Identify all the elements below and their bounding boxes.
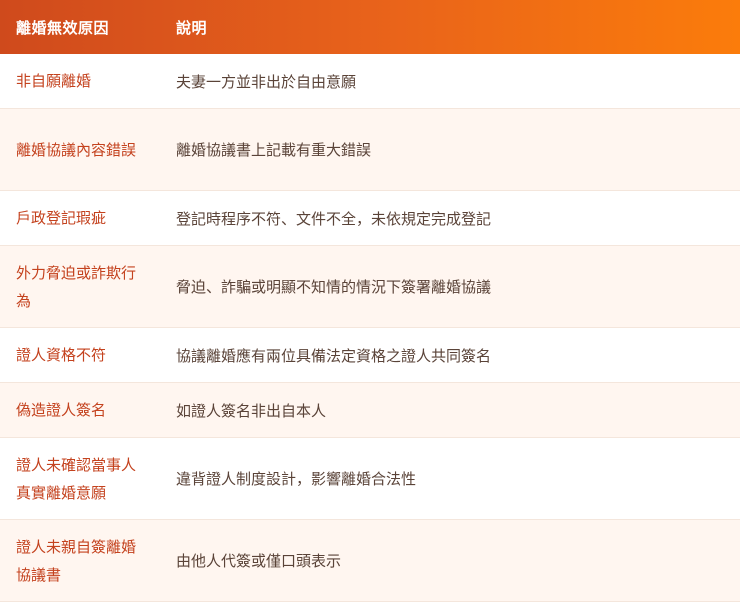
description-cell: 如證人簽名非出自本人 [160,382,740,438]
table-row: 證人資格不符 協議離婚應有兩位具備法定資格之證人共同簽名 [0,327,740,383]
description-cell: 脅迫、詐騙或明顯不知情的情況下簽署離婚協議 [160,245,740,328]
description-cell: 離婚協議書上記載有重大錯誤 [160,108,740,191]
description-cell: 協議離婚應有兩位具備法定資格之證人共同簽名 [160,327,740,383]
reason-cell: 戶政登記瑕疵 [0,190,160,246]
column-header-description: 說明 [176,18,208,37]
divorce-invalid-reasons-table: 離婚無效原因 說明 非自願離婚 夫妻一方並非出於自由意願 離婚協議內容錯誤 離婚… [0,0,740,602]
table-row: 偽造證人簽名 如證人簽名非出自本人 [0,382,740,438]
reason-cell: 證人未確認當事人真實離婚意願 [0,437,160,520]
description-cell: 違背證人制度設計，影響離婚合法性 [160,437,740,520]
table-row: 證人未確認當事人真實離婚意願 違背證人制度設計，影響離婚合法性 [0,437,740,520]
description-cell: 夫妻一方並非出於自由意願 [160,54,740,109]
table-row: 非自願離婚 夫妻一方並非出於自由意願 [0,54,740,109]
reason-cell: 非自願離婚 [0,54,160,109]
reason-cell: 證人未親自簽離婚協議書 [0,519,160,602]
table-row: 戶政登記瑕疵 登記時程序不符、文件不全，未依規定完成登記 [0,190,740,246]
table-header-row: 離婚無效原因 說明 [0,0,740,54]
table-row: 證人未親自簽離婚協議書 由他人代簽或僅口頭表示 [0,519,740,602]
table-row: 外力脅迫或詐欺行為 脅迫、詐騙或明顯不知情的情況下簽署離婚協議 [0,245,740,328]
reason-cell: 外力脅迫或詐欺行為 [0,245,160,328]
description-cell: 登記時程序不符、文件不全，未依規定完成登記 [160,190,740,246]
reason-cell: 偽造證人簽名 [0,382,160,438]
description-cell: 由他人代簽或僅口頭表示 [160,519,740,602]
reason-cell: 證人資格不符 [0,327,160,383]
column-header-reason: 離婚無效原因 [16,18,110,37]
reason-cell: 離婚協議內容錯誤 [0,108,160,191]
table-row: 離婚協議內容錯誤 離婚協議書上記載有重大錯誤 [0,108,740,191]
